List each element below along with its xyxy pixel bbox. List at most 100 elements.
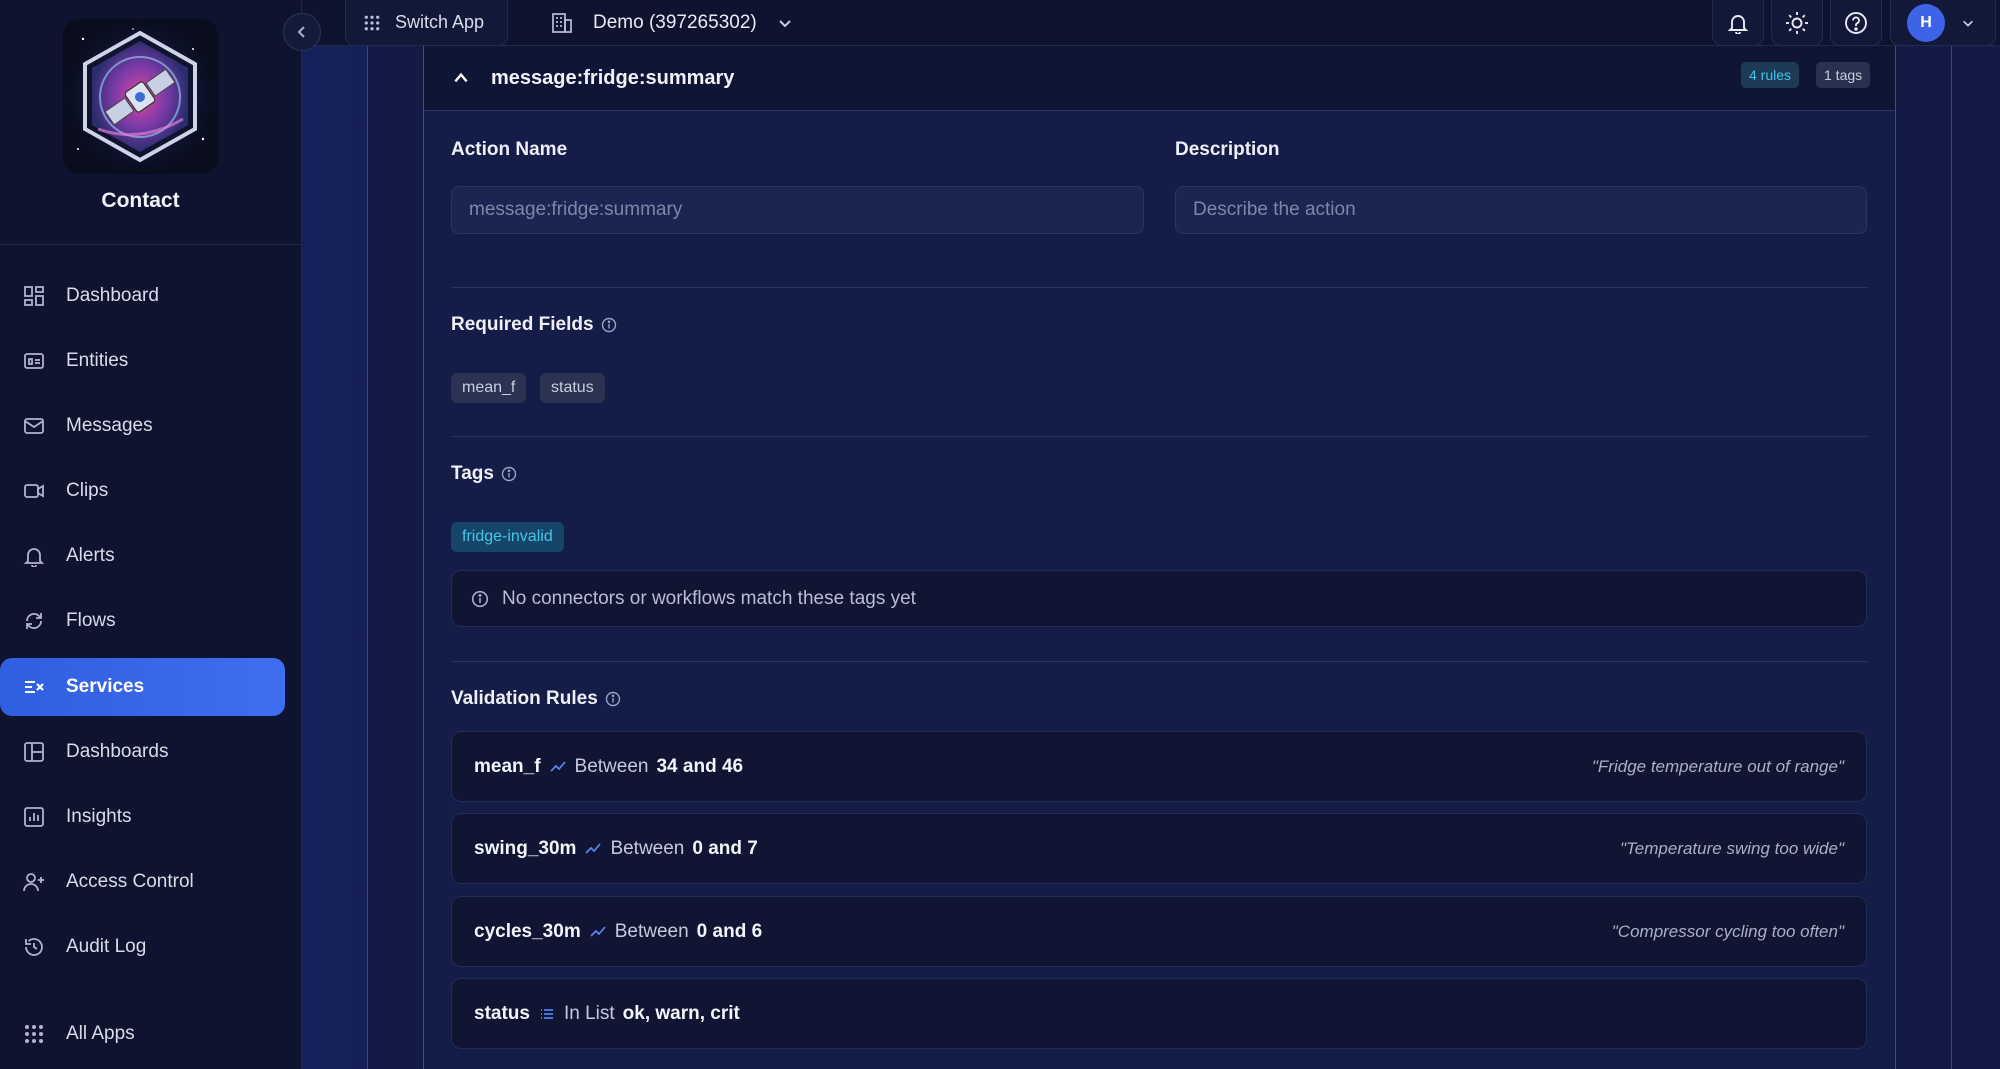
required-fields-label: Required Fields	[451, 314, 617, 336]
section-divider	[451, 287, 1867, 288]
action-title: message:fridge:summary	[491, 66, 735, 89]
switch-app-label: Switch App	[395, 12, 485, 32]
validation-rules-label: Validation Rules	[451, 688, 621, 710]
avatar: H	[1907, 3, 1945, 42]
sidebar-item-clips[interactable]: Clips	[0, 462, 285, 520]
info-icon[interactable]	[501, 466, 517, 482]
section-divider	[451, 436, 1867, 437]
chevron-left-icon	[295, 25, 309, 39]
sidebar-item-all-apps[interactable]: All Apps	[0, 1005, 285, 1063]
sidebar-item-entities[interactable]: Entities	[0, 332, 285, 390]
help-button[interactable]	[1830, 0, 1882, 46]
collapse-sidebar-button[interactable]	[283, 13, 321, 51]
sidebar-item-messages[interactable]: Messages	[0, 397, 285, 455]
validation-rule-row[interactable]: swing_30m Between 0 and 7 "Temperature s…	[451, 813, 1867, 884]
required-field-chip: status	[540, 373, 605, 403]
validation-rule-row[interactable]: status In List ok, warn, crit	[451, 978, 1867, 1049]
sidebar-item-dashboard[interactable]: Dashboard	[0, 267, 285, 325]
description-input[interactable]: Describe the action	[1175, 186, 1867, 234]
sidebar-item-label: Alerts	[66, 545, 115, 566]
sidebar-item-insights[interactable]: Insights	[0, 788, 285, 846]
action-card-header[interactable]: message:fridge:summary	[424, 46, 1895, 111]
sidebar-item-flows[interactable]: Flows	[0, 592, 285, 650]
validation-rule-row[interactable]: mean_f Between 34 and 46 "Fridge tempera…	[451, 731, 1867, 802]
sidebar-item-label: Entities	[66, 350, 129, 371]
rule-value: 0 and 6	[696, 920, 763, 942]
sidebar-item-dashboards[interactable]: Dashboards	[0, 723, 285, 781]
tags-notice: No connectors or workflows match these t…	[451, 570, 1867, 627]
sidebar-item-label: Services	[66, 676, 145, 697]
trend-icon	[549, 758, 567, 776]
sidebar-item-label: Dashboards	[66, 741, 169, 762]
grid-icon	[22, 1022, 46, 1046]
switch-app-button[interactable]: Switch App	[345, 0, 508, 46]
rule-operator: In List	[563, 1002, 615, 1024]
rule-value: ok, warn, crit	[622, 1002, 740, 1024]
action-name-label-text: Action Name	[451, 139, 568, 160]
sidebar-item-services[interactable]: Services	[0, 658, 285, 716]
theme-toggle-button[interactable]	[1771, 0, 1823, 46]
section-divider	[451, 661, 1867, 662]
rule-field: mean_f	[474, 755, 541, 777]
app-logo	[63, 19, 218, 174]
rule-message: "Temperature swing too wide"	[1619, 838, 1844, 858]
required-fields-label-text: Required Fields	[451, 314, 594, 335]
info-icon[interactable]	[605, 691, 621, 707]
building-icon	[550, 11, 574, 35]
trend-icon	[589, 923, 607, 941]
action-name-input[interactable]: message:fridge:summary	[451, 186, 1144, 234]
rule-message: "Fridge temperature out of range"	[1591, 756, 1844, 776]
mail-icon	[22, 414, 46, 438]
tags-label: Tags	[451, 463, 517, 485]
chevron-up-icon[interactable]	[452, 69, 470, 87]
entities-icon	[22, 349, 46, 373]
required-field-chip: mean_f	[451, 373, 527, 403]
rule-value: 34 and 46	[656, 755, 744, 777]
trend-icon	[584, 840, 602, 858]
validation-rules-label-text: Validation Rules	[451, 688, 598, 709]
sidebar-item-access-control[interactable]: Access Control	[0, 853, 285, 911]
rule-field: swing_30m	[474, 837, 577, 859]
chevron-down-icon	[777, 15, 793, 31]
rule-message: "Compressor cycling too often"	[1611, 921, 1844, 941]
tag-chip[interactable]: fridge-invalid	[451, 522, 564, 552]
list-icon	[538, 1005, 556, 1023]
notifications-button[interactable]	[1712, 0, 1764, 46]
sidebar-item-label: Insights	[66, 806, 132, 827]
rule-field: cycles_30m	[474, 920, 581, 942]
action-name-label: Action Name	[451, 139, 567, 161]
chart-icon	[22, 805, 46, 829]
sidebar-item-label: Dashboard	[66, 285, 159, 306]
rules-count-badge: 4 rules	[1741, 62, 1800, 88]
organization-label: Demo (397265302)	[593, 12, 757, 33]
chevron-down-icon	[1961, 16, 1975, 30]
layout-icon	[22, 740, 46, 764]
sidebar-divider	[0, 244, 302, 245]
tags-label-text: Tags	[451, 463, 494, 484]
rule-value: 0 and 7	[692, 837, 758, 859]
description-label: Description	[1175, 139, 1280, 161]
help-icon	[1844, 11, 1868, 35]
info-icon	[471, 590, 489, 608]
sidebar: Contact Dashboard Entities Messages Clip…	[0, 0, 302, 1069]
rule-operator: Between	[574, 755, 649, 777]
user-menu-button[interactable]: H	[1890, 0, 1996, 46]
tags-count-badge: 1 tags	[1816, 62, 1871, 88]
rule-operator: Between	[614, 920, 689, 942]
services-icon	[22, 675, 46, 699]
description-label-text: Description	[1175, 139, 1280, 160]
sun-icon	[1785, 11, 1809, 35]
rule-field: status	[474, 1002, 530, 1024]
sidebar-item-alerts[interactable]: Alerts	[0, 527, 285, 585]
sidebar-item-label: All Apps	[66, 1023, 135, 1044]
sidebar-item-audit-log[interactable]: Audit Log	[0, 918, 285, 976]
app-name: Contact	[101, 189, 180, 212]
info-icon[interactable]	[601, 317, 617, 333]
validation-rule-row[interactable]: cycles_30m Between 0 and 6 "Compressor c…	[451, 896, 1867, 967]
video-icon	[22, 479, 46, 503]
bell-icon	[1727, 12, 1749, 34]
user-plus-icon	[22, 870, 46, 894]
sidebar-item-label: Access Control	[66, 871, 194, 892]
organization-select[interactable]: Demo (397265302)	[550, 0, 793, 46]
rule-operator: Between	[610, 837, 685, 859]
